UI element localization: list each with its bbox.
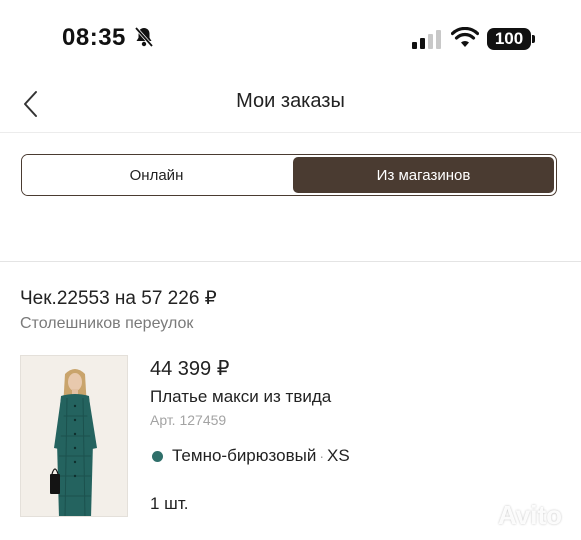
status-bar: 08:35 100 — [0, 0, 581, 80]
product-variant: Темно-бирюзовый · XS — [152, 446, 350, 466]
tab-online[interactable]: Онлайн — [22, 155, 291, 195]
section-divider — [0, 261, 581, 262]
battery-indicator: 100 — [487, 28, 531, 50]
product-image[interactable] — [20, 355, 128, 517]
watermark-text: Avito — [498, 500, 563, 530]
wifi-icon — [450, 26, 480, 54]
nav-header: Мои заказы — [0, 80, 581, 132]
variant-separator: · — [319, 448, 324, 464]
battery-cap — [532, 35, 535, 43]
product-name[interactable]: Платье макси из твида — [150, 387, 331, 407]
avito-logo-icon — [477, 506, 495, 525]
product-color: Темно-бирюзовый — [172, 446, 317, 465]
cellular-signal-icon — [412, 30, 442, 55]
status-time: 08:35 — [62, 24, 126, 51]
product-article: Арт. 127459 — [150, 412, 227, 428]
store-address: Столешников переулок — [20, 315, 194, 332]
bell-muted-icon — [134, 26, 154, 53]
receipt-title[interactable]: Чек.22553 на 57 226 ₽ — [20, 287, 217, 310]
order-source-segmented-control: Онлайн Из магазинов — [21, 154, 557, 196]
product-quantity: 1 шт. — [150, 494, 189, 513]
product-price: 44 399 ₽ — [150, 358, 230, 380]
tab-from-stores[interactable]: Из магазинов — [293, 157, 554, 193]
product-size: XS — [327, 446, 350, 465]
header-divider — [0, 132, 581, 133]
page-title: Мои заказы — [236, 90, 345, 112]
color-swatch — [152, 450, 163, 462]
avito-watermark: Avito — [474, 500, 562, 531]
